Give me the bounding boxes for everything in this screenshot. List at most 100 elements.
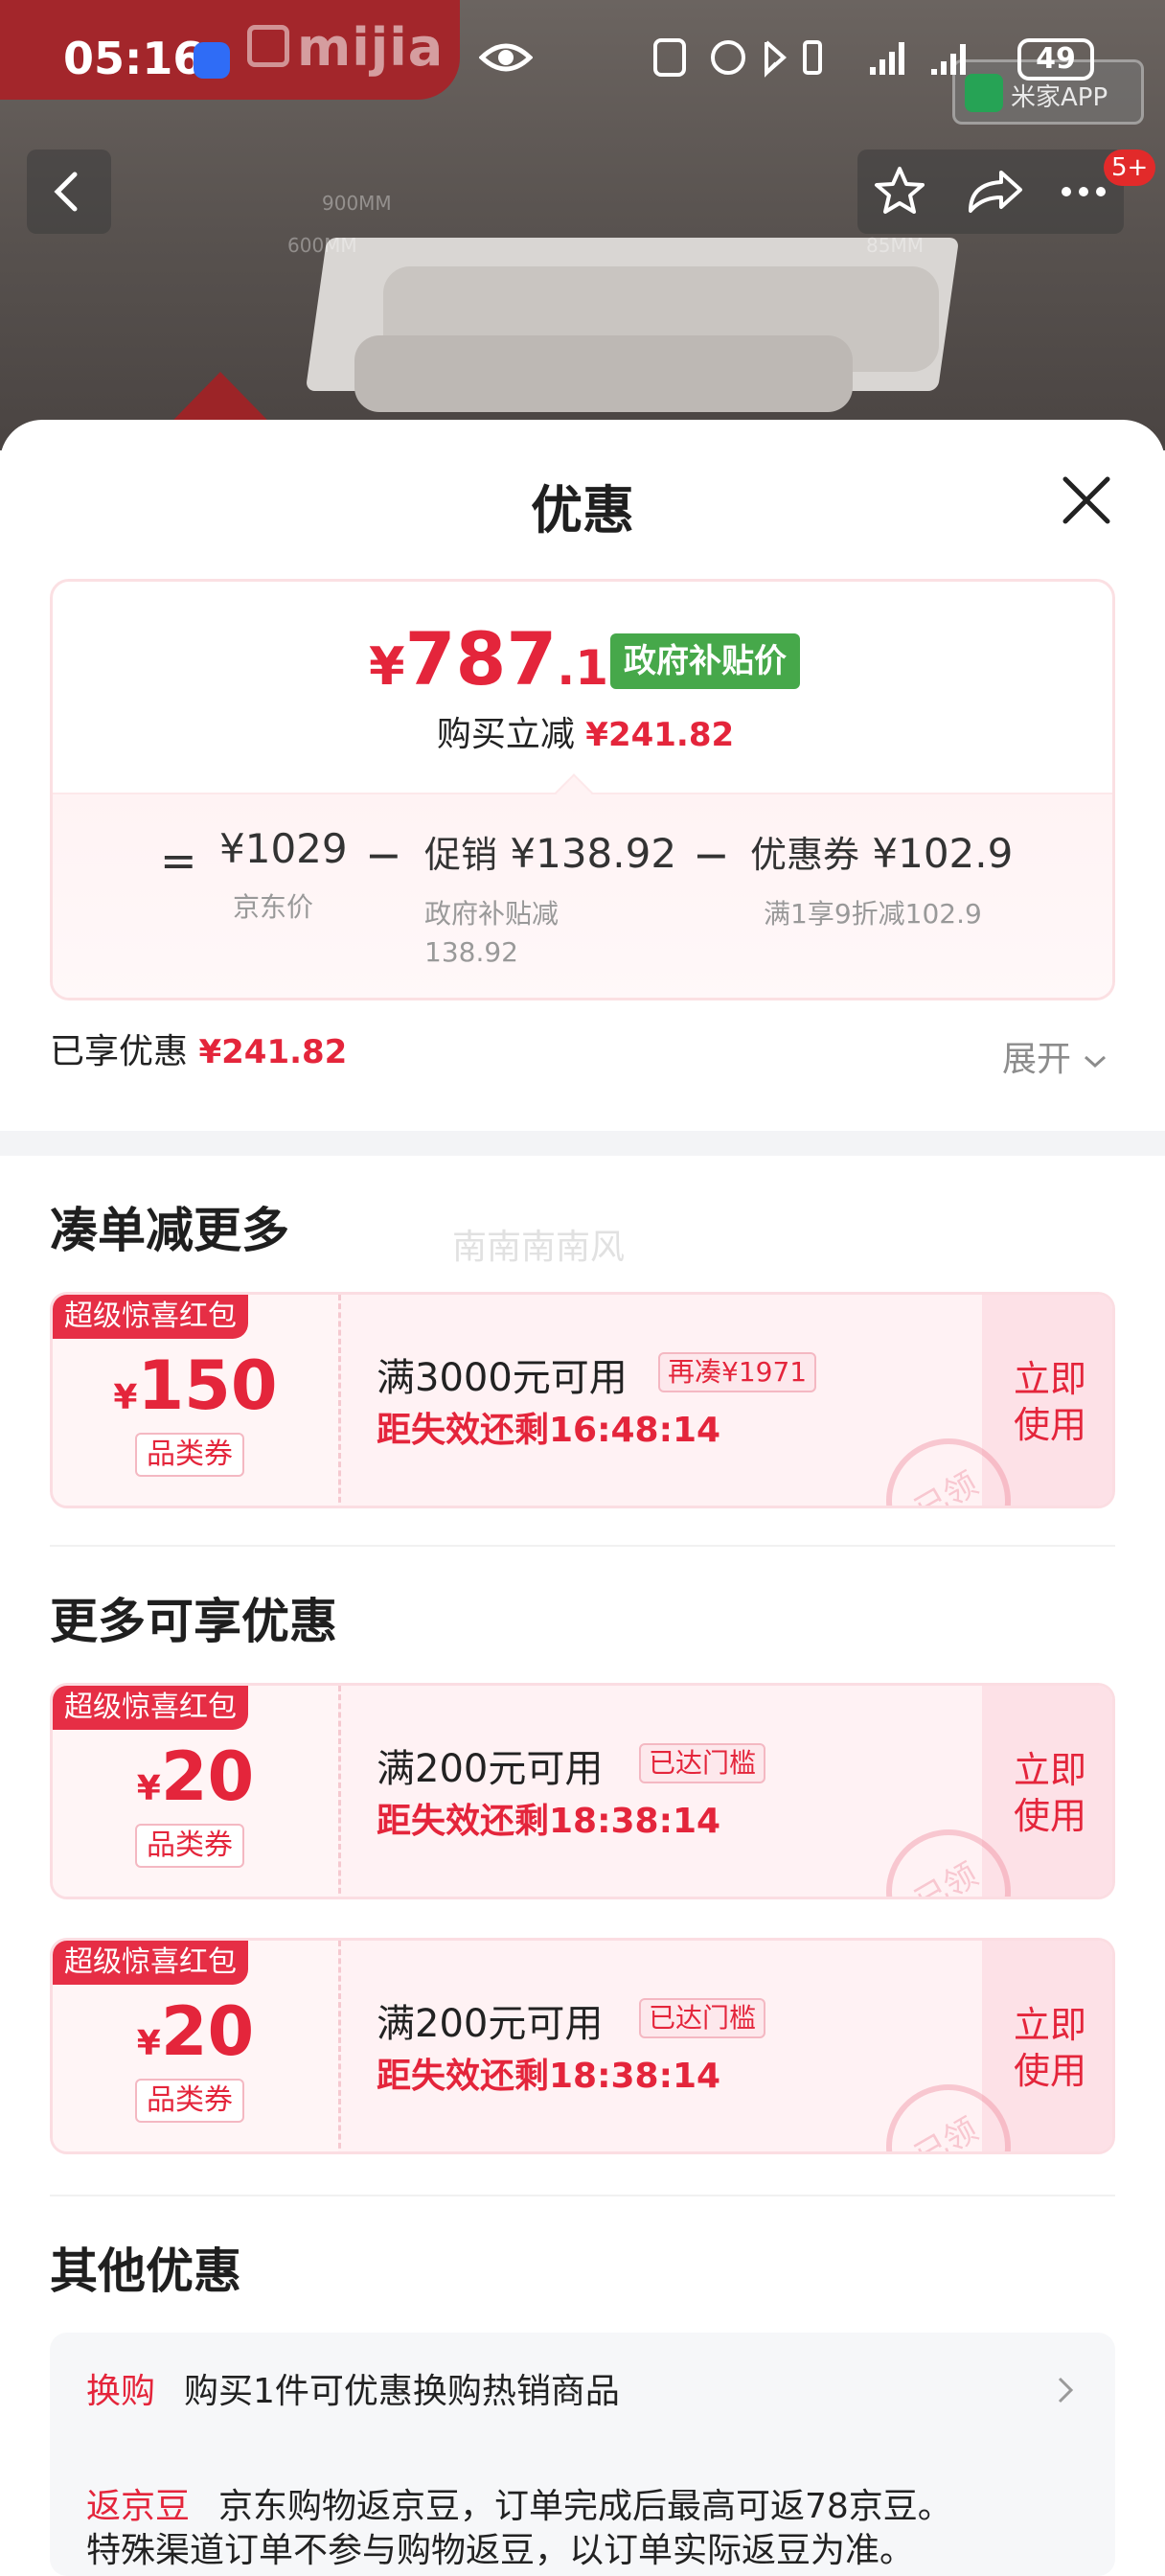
coupon-currency: ¥: [136, 1769, 161, 1808]
coupon-category-tag: 品类券: [135, 1824, 244, 1868]
promo-value: ¥138.92: [510, 830, 677, 877]
coupon-amount-value: 20: [160, 1992, 255, 2071]
section-title-other: 其他优惠: [50, 2243, 241, 2299]
header-action-icons: [875, 167, 1106, 214]
watermark-text: 南南南南风: [452, 1228, 626, 1267]
use-now-button[interactable]: 立即 使用: [982, 2002, 1112, 2094]
use-now-line-2: 使用: [1013, 2050, 1086, 2092]
system-status-icons: [653, 38, 966, 78]
expand-button[interactable]: 展开: [1002, 1031, 1108, 1081]
divider: [50, 2195, 1115, 2196]
coupon-amount: ¥20: [53, 1992, 338, 2071]
coupon-ribbon: 超级惊喜红包: [53, 1941, 248, 1985]
jd-price-label-block: 京东价: [233, 888, 313, 927]
coupon-divider: [338, 1295, 341, 1506]
coupon-label: 优惠券: [750, 834, 860, 876]
page: mijia 米家APP 900MM 600MM 85MM 05:16 49 5+…: [0, 0, 1165, 2576]
instant-discount: 购买立减 ¥241.82: [53, 706, 1112, 756]
coupon-desc: 满1享9折减102.9: [764, 898, 982, 930]
trade-in-text: 购买1件可优惠换购热销商品: [184, 2372, 620, 2411]
section-separator: [0, 1131, 1165, 1156]
sheet-title: 优惠: [531, 480, 634, 540]
other-offers-box: 换购 购买1件可优惠换购热销商品 返京豆 京东购物返京豆，订单完成后最高可返78…: [50, 2333, 1115, 2576]
jd-price-label: 京东价: [233, 891, 314, 923]
enjoyed-value: ¥241.82: [198, 1033, 348, 1071]
instant-discount-label: 购买立减: [436, 715, 575, 754]
final-price: ¥787.18: [369, 616, 642, 702]
dimension-label-depth: 600MM: [287, 234, 357, 257]
coupon-timer: 距失效还剩18:38:14: [377, 1802, 721, 1841]
eye-icon: [479, 43, 533, 72]
use-now-line-1: 立即: [1013, 2004, 1086, 2046]
final-price-integer: 787: [404, 616, 558, 702]
use-now-line-1: 立即: [1013, 1358, 1086, 1400]
coupon-ribbon: 超级惊喜红包: [53, 1295, 248, 1339]
gov-subsidy-tag: 政府补贴价: [610, 633, 800, 689]
jd-bean-label: 返京豆: [86, 2487, 191, 2526]
coupon-status-chip: 再凑¥1971: [658, 1352, 817, 1392]
coupon-amount: ¥20: [53, 1737, 338, 1816]
lamp-image-panel: [354, 335, 853, 412]
coupon-status-chip: 已达门槛: [639, 1743, 766, 1783]
dimension-label-height: 85MM: [866, 234, 924, 257]
coupon-category-tag: 品类券: [135, 1433, 244, 1477]
promo-desc-2: 138.92: [424, 936, 518, 968]
enjoyed-discount: 已享优惠 ¥241.82: [50, 1024, 347, 1073]
message-count-badge: 5+: [1104, 150, 1156, 186]
coupon-amount-value: 20: [160, 1737, 255, 1816]
section-title-combine: 凑单减更多: [50, 1203, 289, 1258]
use-now-button[interactable]: 立即 使用: [982, 1747, 1112, 1839]
coupon-status-chip: 已达门槛: [639, 1998, 766, 2038]
chevron-right-icon: [1058, 2377, 1074, 2404]
coupon-divider: [338, 1941, 341, 2151]
coupon-timer: 距失效还剩18:38:14: [377, 2057, 721, 2096]
status-bar: 05:16 49: [0, 0, 1165, 119]
jd-bean-text-1: 京东购物返京豆，订单完成后最高可返78京豆。: [218, 2487, 952, 2526]
coupon-condition: 满200元可用: [377, 2002, 604, 2046]
promo-block: 促销 ¥138.92 政府补贴减 138.92: [424, 825, 676, 972]
minus-sign-1: −: [365, 829, 402, 881]
final-price-currency: ¥: [369, 636, 405, 697]
coupon-category-tag: 品类券: [135, 2079, 244, 2123]
coupon-card[interactable]: 超级惊喜红包 ¥150 品类券 满3000元可用 再凑¥1971 距失效还剩16…: [50, 1292, 1115, 1508]
coupon-value: ¥102.9: [872, 830, 1014, 877]
coupon-condition: 满200元可用: [377, 1747, 604, 1791]
coupon-condition: 满3000元可用: [377, 1356, 628, 1400]
divider: [50, 1545, 1115, 1547]
coupon-card[interactable]: 超级惊喜红包 ¥20 品类券 满200元可用 已达门槛 距失效还剩18:38:1…: [50, 1938, 1115, 2154]
price-breakdown-card: ¥787.18 政府补贴价 购买立减 ¥241.82 = ¥1029 京东价 −…: [50, 579, 1115, 1000]
instant-discount-value: ¥241.82: [585, 716, 735, 754]
jd-price-value: ¥1029: [219, 825, 348, 872]
use-now-line-1: 立即: [1013, 1749, 1086, 1791]
expand-label: 展开: [1002, 1040, 1072, 1079]
battery-indicator: 49: [1017, 38, 1094, 80]
trade-in-label: 换购: [86, 2372, 156, 2411]
chevron-left-icon: [54, 172, 78, 212]
use-now-line-2: 使用: [1013, 1404, 1086, 1446]
back-button[interactable]: [27, 150, 111, 234]
coupon-amount-value: 150: [137, 1346, 278, 1425]
voice-assistant-icon: [194, 42, 230, 79]
coupon-currency: ¥: [113, 1378, 138, 1417]
coupon-block: 优惠券 ¥102.9 满1享9折减102.9: [750, 825, 1013, 933]
coupon-ribbon: 超级惊喜红包: [53, 1686, 248, 1730]
promo-line: 促销 ¥138.92: [424, 825, 676, 878]
section-title-more: 更多可享优惠: [50, 1594, 337, 1649]
use-now-line-2: 使用: [1013, 1795, 1086, 1837]
coupon-card[interactable]: 超级惊喜红包 ¥20 品类券 满200元可用 已达门槛 距失效还剩18:38:1…: [50, 1683, 1115, 1899]
jd-price-block: ¥1029: [219, 825, 348, 872]
use-now-button[interactable]: 立即 使用: [982, 1356, 1112, 1448]
jd-bean-text-2: 特殊渠道订单不参与购物返豆，以订单实际返豆为准。: [86, 2531, 915, 2570]
enjoyed-label: 已享优惠: [50, 1032, 189, 1071]
promo-label: 促销: [424, 834, 498, 876]
close-icon[interactable]: [1058, 472, 1115, 529]
coupon-line: 优惠券 ¥102.9: [750, 825, 1013, 878]
header-actions: [857, 150, 1124, 234]
chevron-down-icon: [1085, 1055, 1107, 1069]
coupon-timer: 距失效还剩16:48:14: [377, 1411, 721, 1450]
coupon-divider: [338, 1686, 341, 1897]
minus-sign-2: −: [693, 829, 730, 881]
dimension-label-width: 900MM: [322, 192, 392, 215]
promo-desc-1: 政府补贴减: [424, 898, 560, 930]
coupon-currency: ¥: [136, 2024, 161, 2063]
